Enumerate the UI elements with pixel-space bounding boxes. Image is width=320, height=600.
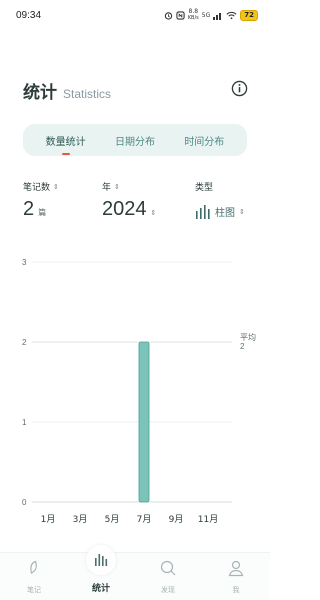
sort-toggle-icon: ⇕ [53, 182, 59, 191]
chart-svg: 0123平均21月 3月 5月 7月 9月 11月 [22, 258, 256, 525]
notes-count-label: 笔记数 [23, 183, 51, 193]
page-title: 统计 [23, 83, 57, 103]
x-tick-label: 1月 [41, 514, 56, 525]
bottom-nav: 笔记 统计 发现 我 [0, 552, 270, 600]
year-stepper-icon: ⇕ [150, 209, 157, 217]
average-label: 平均 [240, 332, 256, 342]
tab-count-stats[interactable]: 数量统计 [44, 131, 88, 155]
tab-time-distribution[interactable]: 时间分布 [182, 131, 226, 150]
bar [138, 341, 150, 503]
notes-count-number: 2 [23, 198, 35, 220]
type-filter[interactable]: 类型 [195, 180, 213, 193]
x-tick-label: 5月 [105, 514, 120, 525]
search-icon [160, 560, 176, 576]
year-selector[interactable]: 2024 ⇕ [102, 198, 156, 221]
tab-label: 时间分布 [184, 136, 225, 148]
y-tick-label: 3 [22, 258, 27, 267]
y-tick-label: 2 [22, 338, 27, 347]
x-tick-label: 3月 [73, 514, 88, 525]
nfc-icon [176, 10, 185, 20]
average-value: 2 [240, 342, 245, 351]
nav-item-discover[interactable]: 发现 [148, 559, 188, 595]
active-tab-indicator [61, 152, 70, 155]
x-tick-label: 9月 [169, 514, 184, 525]
network-speed: 8.8 KB/s [187, 9, 199, 22]
sort-toggle-icon: ⇕ [114, 182, 120, 191]
x-tick-label: 11月 [198, 514, 218, 525]
year-filter[interactable]: 年 ⇕ [102, 180, 120, 194]
nav-item-me[interactable]: 我 [216, 559, 256, 595]
notes-count-value: 2 篇 [23, 198, 46, 221]
wifi-icon [226, 11, 237, 19]
chart-type-selector[interactable]: 柱图 ⇕ [195, 204, 245, 219]
nav-label: 我 [232, 586, 240, 594]
year-label: 年 [102, 183, 112, 193]
nav-item-notes[interactable]: 笔记 [14, 559, 54, 595]
y-tick-label: 0 [22, 498, 27, 507]
page-header: 统计 Statistics [23, 78, 111, 103]
network-speed-unit: KB/s [187, 15, 199, 21]
notes-bar-chart: 0 1 2 3 平均 2 1月 3月 5月 7月 9月 11月 [0, 250, 270, 540]
status-bar: 09:34 8.8 KB/s 5G 72 [0, 0, 270, 30]
bar-chart-icon [196, 204, 210, 219]
stats-tabs: 数量统计 日期分布 时间分布 [23, 124, 247, 156]
year-value: 2024 [102, 198, 147, 220]
network-type: 5G [201, 11, 211, 19]
notes-count-filter[interactable]: 笔记数 ⇕ [23, 180, 59, 194]
nav-label: 发现 [161, 586, 175, 594]
chart-type-value: 柱图 [215, 208, 235, 219]
nav-label: 笔记 [27, 586, 41, 594]
type-label: 类型 [195, 183, 214, 193]
tab-label: 日期分布 [114, 136, 155, 148]
nav-label: 统计 [91, 584, 110, 594]
status-time: 09:34 [16, 9, 42, 21]
stats-icon [95, 554, 108, 566]
leaf-icon [30, 560, 37, 574]
signal-icon [213, 12, 222, 20]
status-icons: 8.8 KB/s 5G 72 [164, 9, 258, 21]
battery-indicator: 72 [240, 9, 258, 21]
page-subtitle: Statistics [63, 87, 112, 101]
tab-date-distribution[interactable]: 日期分布 [113, 131, 157, 150]
alarm-icon [164, 11, 172, 20]
type-stepper-icon: ⇕ [239, 207, 245, 216]
nav-item-stats[interactable]: 统计 [81, 581, 121, 594]
stats-nav-bubble[interactable] [86, 545, 116, 575]
info-icon[interactable] [231, 80, 248, 97]
x-tick-label: 7月 [137, 514, 152, 525]
tab-label: 数量统计 [45, 136, 86, 148]
person-icon [228, 560, 244, 577]
notes-count-unit: 篇 [38, 208, 47, 217]
y-tick-label: 1 [22, 418, 27, 427]
